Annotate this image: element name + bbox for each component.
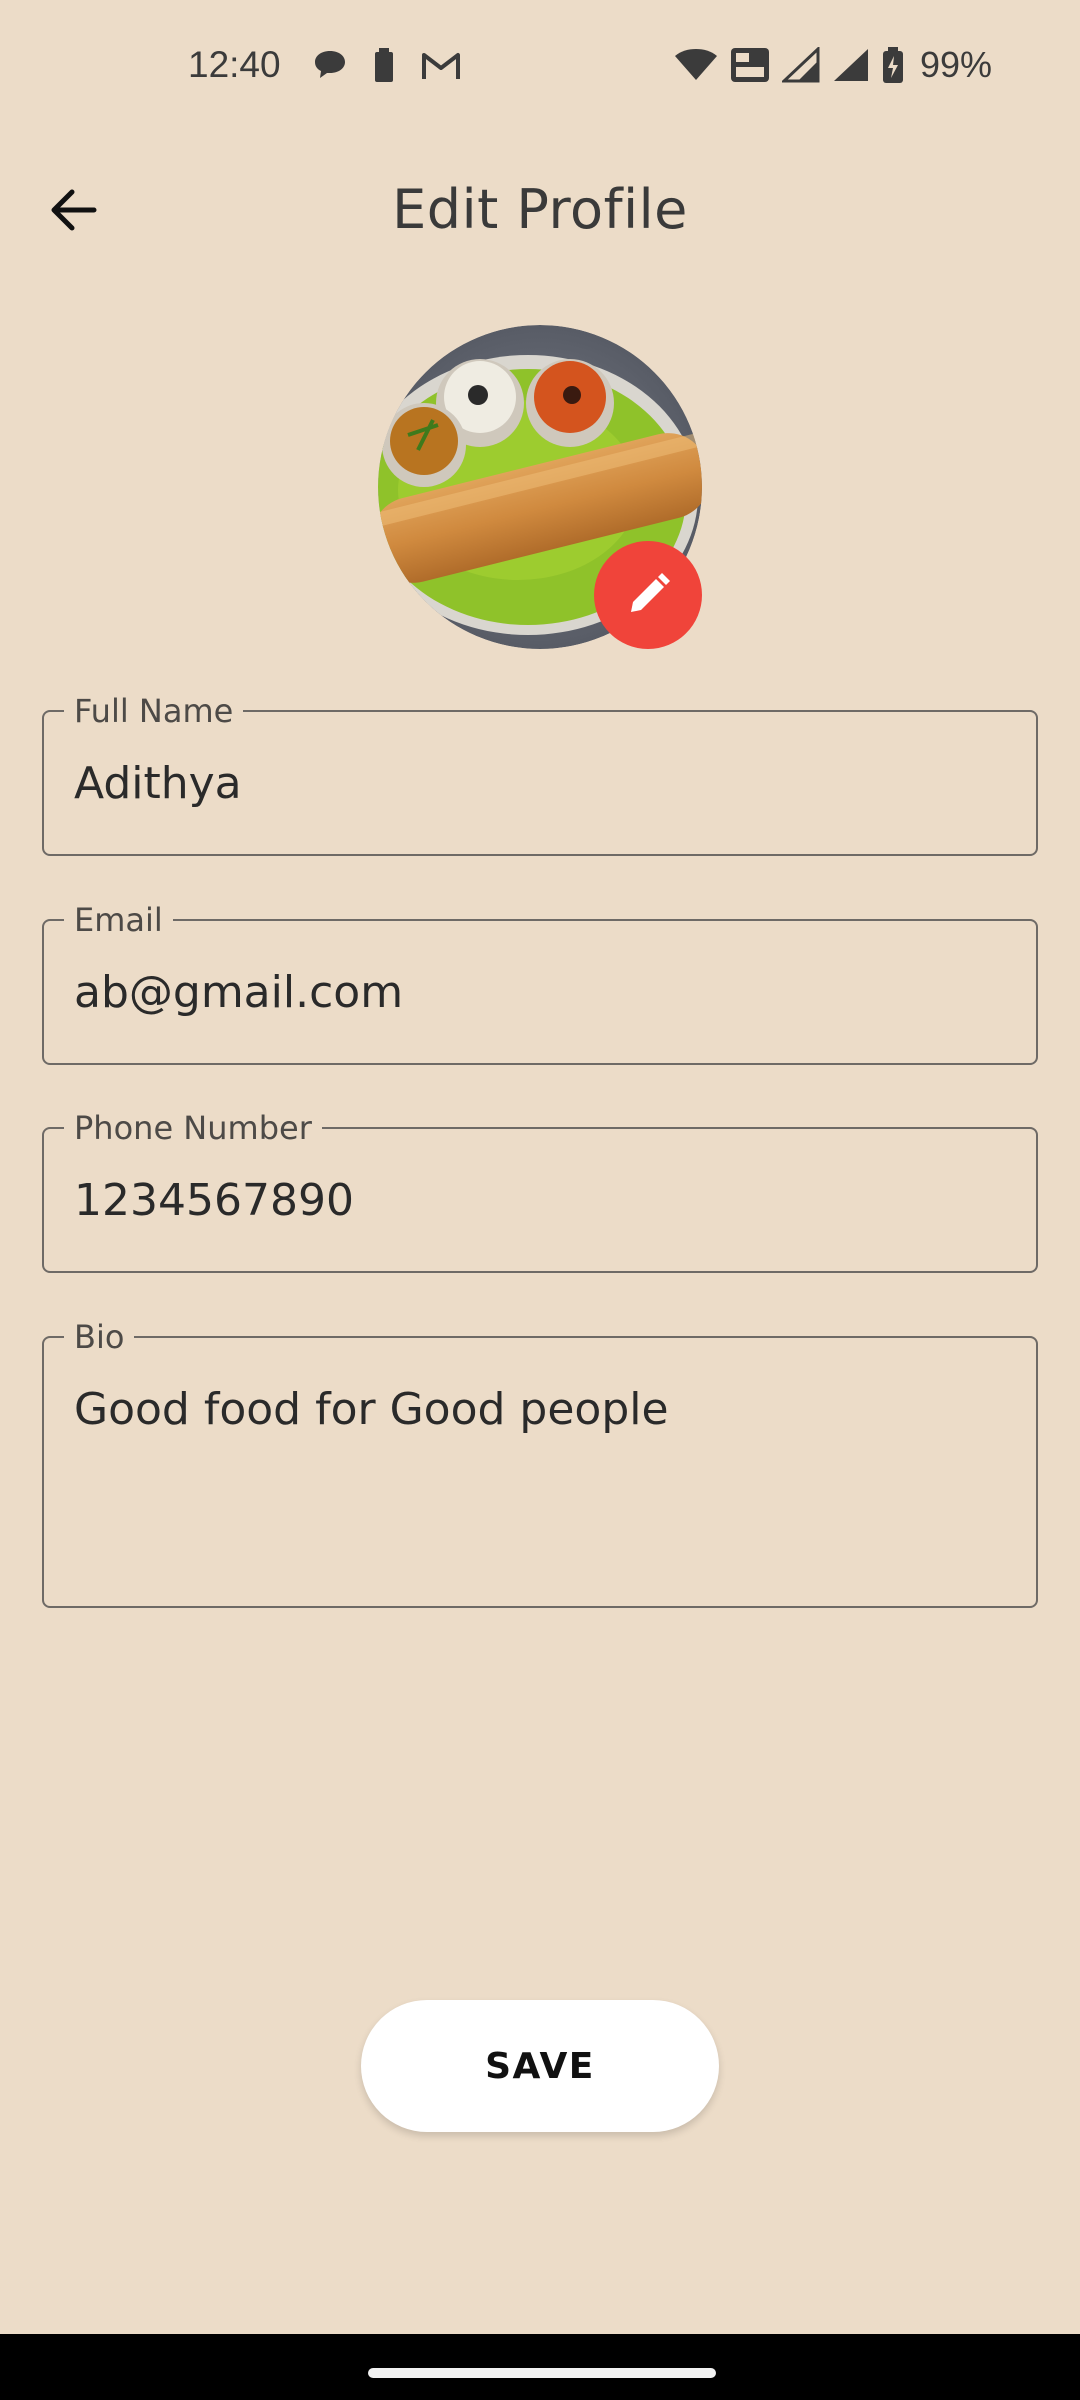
email-label: Email — [64, 901, 173, 939]
full-name-input[interactable] — [74, 756, 1006, 812]
edit-avatar-button[interactable] — [594, 541, 702, 649]
save-button[interactable]: SAVE — [361, 2000, 719, 2132]
page-title: Edit Profile — [392, 178, 688, 241]
volte-icon — [730, 48, 769, 82]
bio-label: Bio — [64, 1318, 135, 1356]
notification-icons — [313, 48, 461, 82]
avatar-container — [378, 325, 702, 649]
chat-bubble-icon — [315, 51, 345, 78]
signal-icon — [781, 47, 820, 83]
signal-icon — [833, 49, 868, 81]
home-indicator[interactable] — [368, 2368, 716, 2378]
wifi-icon — [674, 49, 717, 80]
bio-input[interactable]: Good food for Good people — [74, 1382, 1006, 1562]
app-bar: Edit Profile — [0, 150, 1080, 270]
battery-percent: 99% — [919, 44, 992, 85]
pencil-icon — [631, 573, 670, 612]
phone-label: Phone Number — [64, 1109, 322, 1147]
gmail-icon — [422, 53, 460, 79]
full-name-field: Full Name — [42, 692, 1038, 856]
phone-input[interactable] — [74, 1173, 1006, 1229]
phone-field: Phone Number — [42, 1109, 1038, 1273]
navigation-bar — [0, 2334, 1080, 2400]
status-time: 12:40 — [188, 44, 281, 85]
email-input[interactable] — [74, 965, 1006, 1021]
battery-charging-icon — [882, 47, 903, 83]
battery-small-icon — [375, 48, 393, 82]
status-bar: 12:40 99% — [0, 0, 1080, 136]
full-name-label: Full Name — [64, 692, 244, 730]
system-icons: 99% — [674, 44, 992, 86]
email-field: Email — [42, 901, 1038, 1065]
bio-field: Bio Good food for Good people — [42, 1318, 1038, 1608]
